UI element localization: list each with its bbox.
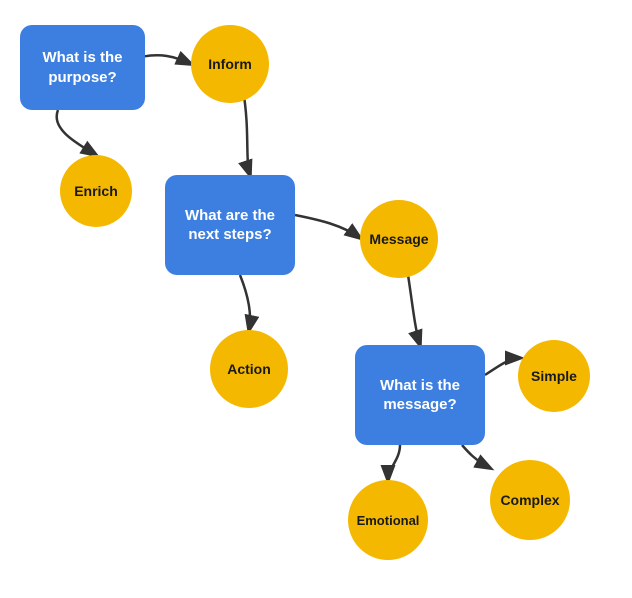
next-steps-box: What are the next steps? (165, 175, 295, 275)
diagram: What is the purpose? Enrich Inform What … (0, 0, 632, 598)
action-circle: Action (210, 330, 288, 408)
enrich-circle: Enrich (60, 155, 132, 227)
emotional-circle: Emotional (348, 480, 428, 560)
message-circle: Message (360, 200, 438, 278)
purpose-box: What is the purpose? (20, 25, 145, 110)
complex-circle: Complex (490, 460, 570, 540)
inform-circle: Inform (191, 25, 269, 103)
message-box: What is the message? (355, 345, 485, 445)
simple-circle: Simple (518, 340, 590, 412)
